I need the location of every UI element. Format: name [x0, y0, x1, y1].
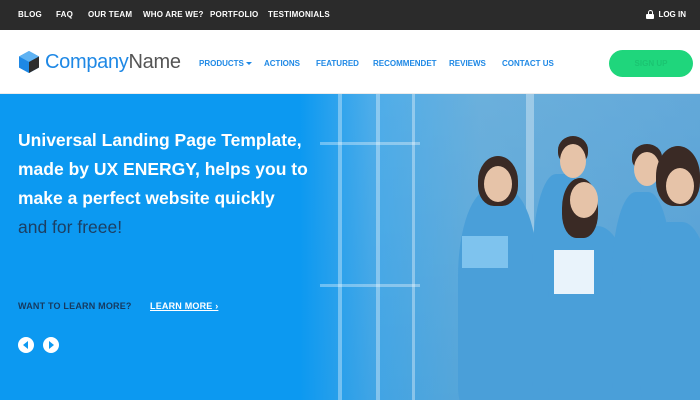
main-header: CompanyName PRODUCTS ACTIONS FEATURED RE… [0, 30, 700, 94]
login-link[interactable]: LOG IN [646, 10, 686, 19]
learn-more-link[interactable]: LEARN MORE › [150, 301, 218, 311]
arrow-left-icon[interactable] [18, 337, 34, 353]
top-nav-our-team[interactable]: OUR TEAM [88, 10, 132, 19]
top-nav-testimonials[interactable]: TESTIMONIALS [268, 10, 330, 19]
company-logo-icon [19, 51, 39, 73]
chevron-down-icon [245, 62, 252, 66]
nav-recommendet[interactable]: RECOMMENDET [373, 59, 437, 68]
signup-button[interactable]: SIGN UP [609, 50, 693, 77]
company-name: CompanyName [45, 51, 181, 74]
hero-headline-muted: and for freee! [18, 217, 123, 237]
nav-contact-us[interactable]: CONTACT US [502, 59, 554, 68]
top-bar: BLOG FAQ OUR TEAM WHO ARE WE? PORTFOLIO … [0, 0, 700, 30]
company-logo[interactable]: CompanyName [18, 50, 181, 74]
hero-headline: Universal Landing Page Template, made by… [18, 126, 308, 242]
top-nav-blog[interactable]: BLOG [18, 10, 42, 19]
nav-products-label: PRODUCTS [199, 59, 244, 68]
nav-featured[interactable]: FEATURED [316, 59, 359, 68]
learn-question: WANT TO LEARN MORE? [18, 301, 132, 311]
hero-headline-main: Universal Landing Page Template, made by… [18, 130, 308, 208]
top-nav-who-are-we[interactable]: WHO ARE WE? [143, 10, 204, 19]
top-nav-portfolio[interactable]: PORTFOLIO [210, 10, 258, 19]
logo-name: Name [128, 50, 181, 73]
lock-icon [646, 10, 655, 19]
hero-image-nurses [300, 94, 700, 400]
nav-products[interactable]: PRODUCTS [199, 59, 252, 68]
arrow-right-icon[interactable] [43, 337, 59, 353]
top-nav-faq[interactable]: FAQ [56, 10, 73, 19]
nav-reviews[interactable]: REVIEWS [449, 59, 486, 68]
nav-actions[interactable]: ACTIONS [264, 59, 300, 68]
hero-section: Universal Landing Page Template, made by… [0, 94, 700, 400]
login-label: LOG IN [658, 10, 686, 19]
logo-company: Company [45, 50, 129, 73]
